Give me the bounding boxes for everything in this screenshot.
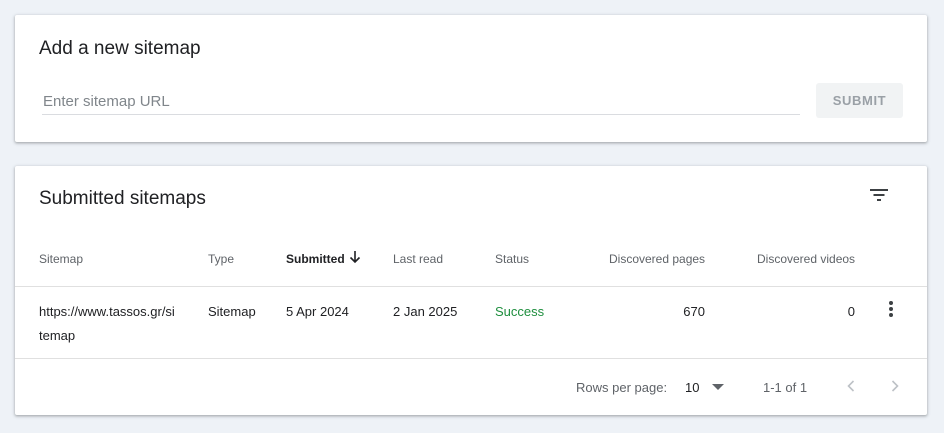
sitemap-url-line-2: temap — [39, 328, 76, 343]
cell-last-read: 2 Jan 2025 — [393, 304, 458, 319]
row-more-button[interactable] — [881, 299, 901, 319]
arrow-drop-down-icon — [712, 384, 724, 390]
cell-type: Sitemap — [208, 304, 256, 319]
column-header-submitted[interactable]: Submitted — [286, 252, 345, 266]
header-divider — [15, 286, 927, 287]
column-header-sitemap[interactable]: Sitemap — [39, 252, 83, 266]
cell-sitemap-url[interactable]: https://www.tassos.gr/si temap — [39, 300, 189, 348]
column-header-status[interactable]: Status — [495, 252, 529, 266]
filter-button[interactable] — [865, 183, 893, 207]
column-header-last-read[interactable]: Last read — [393, 252, 443, 266]
arrow-downward-icon[interactable] — [349, 250, 361, 264]
cell-status: Success — [495, 304, 545, 319]
row-divider — [15, 358, 927, 359]
rows-per-page-select[interactable]: 10 — [685, 375, 729, 399]
cell-submitted: 5 Apr 2024 — [286, 304, 349, 319]
previous-page-button[interactable] — [841, 376, 861, 396]
add-sitemap-title: Add a new sitemap — [39, 38, 201, 59]
submitted-sitemaps-card: Submitted sitemaps Sitemap Type Submitte… — [15, 166, 927, 415]
more-vert-icon — [889, 301, 893, 317]
chevron-right-icon — [891, 380, 899, 392]
submitted-sitemaps-title: Submitted sitemaps — [39, 188, 206, 209]
pagination-range: 1-1 of 1 — [763, 380, 808, 395]
column-header-discovered-videos[interactable]: Discovered videos — [757, 252, 855, 266]
sitemap-url-line-1: https://www.tassos.gr/si — [39, 304, 175, 319]
column-header-type[interactable]: Type — [208, 252, 234, 266]
sitemap-url-input[interactable] — [42, 89, 800, 115]
add-sitemap-card: Add a new sitemap SUBMIT — [15, 15, 927, 142]
column-header-discovered-pages[interactable]: Discovered pages — [609, 252, 705, 266]
submit-button[interactable]: SUBMIT — [816, 83, 903, 118]
cell-discovered-pages: 670 — [683, 304, 705, 319]
filter-list-icon — [870, 189, 888, 201]
rows-per-page-value: 10 — [685, 380, 700, 395]
next-page-button[interactable] — [885, 376, 905, 396]
cell-discovered-videos: 0 — [847, 304, 855, 319]
rows-per-page-label: Rows per page: — [576, 380, 668, 395]
chevron-left-icon — [847, 380, 855, 392]
